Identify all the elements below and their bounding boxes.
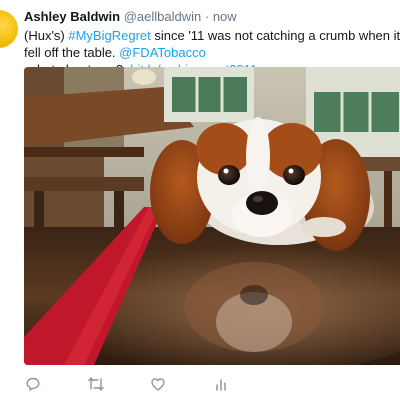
author-handle[interactable]: @aellbaldwin: [124, 9, 202, 24]
tweet-text-part: (Hux's): [24, 28, 69, 43]
avatar[interactable]: [0, 10, 18, 48]
analytics-icon[interactable]: [211, 374, 231, 394]
reply-icon[interactable]: [23, 374, 43, 394]
like-icon[interactable]: [148, 374, 168, 394]
author-name[interactable]: Ashley Baldwin: [24, 9, 120, 24]
hashtag-link[interactable]: #MyBigRegret: [68, 28, 150, 43]
retweet-icon[interactable]: [86, 374, 106, 394]
tweet-header: Ashley Baldwin @aellbaldwin · now: [24, 9, 237, 25]
meta-separator: ·: [204, 9, 210, 24]
mention-link[interactable]: @FDATobacco: [119, 45, 206, 60]
tweet-time[interactable]: now: [213, 9, 237, 24]
tweet-photo[interactable]: [24, 67, 400, 365]
